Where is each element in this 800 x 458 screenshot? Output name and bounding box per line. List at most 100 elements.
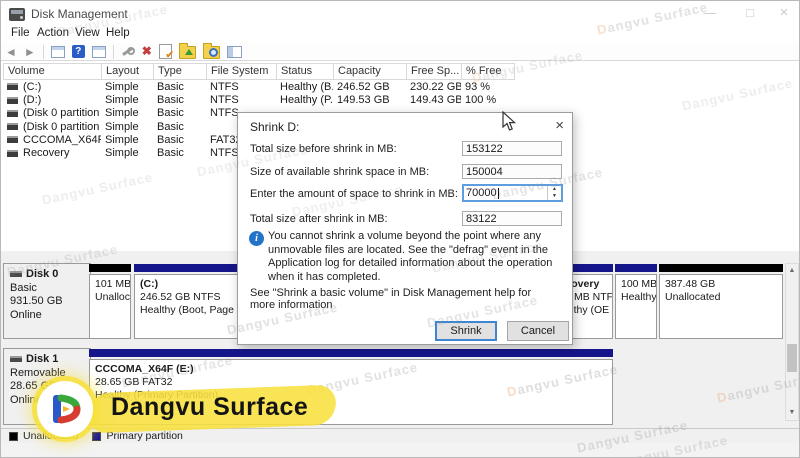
unallocated-strip — [89, 264, 131, 272]
volume-icon — [7, 83, 18, 91]
partition-size: 387.48 GB — [665, 278, 716, 290]
forward-icon[interactable]: ► — [24, 45, 36, 59]
help-icon[interactable]: ? — [71, 45, 85, 58]
shrink-amount-input[interactable]: 70000 ▲ ▼ — [462, 184, 563, 202]
minimize-button[interactable]: — — [693, 3, 727, 23]
back-icon[interactable]: ◄ — [5, 45, 17, 59]
volume-name: Recovery — [23, 147, 70, 160]
partition-status: Unallocated — [665, 291, 721, 303]
volume-icon — [7, 149, 18, 157]
column-header-layout[interactable]: Layout — [102, 64, 154, 79]
folder-search-icon[interactable] — [202, 43, 220, 59]
partition-unallocated-387gb[interactable]: 387.48 GB Unallocated — [659, 264, 783, 339]
check-icon: ✔ — [165, 50, 174, 61]
shrink-dialog: Shrink D: × Total size before shrink in … — [237, 112, 573, 345]
column-header-type[interactable]: Type — [154, 64, 207, 79]
console-window-icon[interactable] — [50, 45, 65, 58]
unallocated-strip — [659, 264, 783, 272]
partition-size: 101 MB — [95, 278, 131, 290]
field-label-total-before: Total size before shrink in MB: — [250, 143, 397, 155]
disk-size: 931.50 GB — [10, 295, 63, 307]
disk-icon — [10, 271, 22, 278]
disk-kind: Removable — [10, 366, 66, 379]
partition-status: Healthy — [621, 291, 657, 303]
folder-open-icon[interactable] — [178, 43, 196, 59]
column-header-free-space[interactable]: Free Sp... — [407, 64, 462, 79]
field-value-total-before: 153122 — [462, 141, 562, 156]
column-header-volume[interactable]: Volume — [4, 64, 102, 79]
delete-volume-icon[interactable]: ✖ — [142, 45, 152, 58]
field-label-available: Size of available shrink space in MB: — [250, 166, 430, 178]
volume-name: (C:) — [23, 80, 42, 93]
mouse-cursor-icon — [502, 110, 517, 137]
dialog-title: Shrink D: — [250, 120, 300, 134]
volume-icon — [7, 109, 18, 117]
field-label-total-after: Total size after shrink in MB: — [250, 213, 388, 225]
scroll-down-icon[interactable]: ▼ — [786, 406, 798, 420]
menu-file[interactable]: File — [11, 27, 30, 39]
magnifier-icon — [208, 48, 218, 57]
status-bar — [1, 443, 799, 457]
unallocated-swatch — [9, 431, 18, 441]
disk-name: Disk 0 — [26, 268, 59, 280]
column-header-file-system[interactable]: File System — [207, 64, 277, 79]
partition-100mb[interactable]: 100 MB Healthy — [615, 264, 657, 339]
column-header-pct-free[interactable]: % Free — [462, 64, 514, 79]
close-button[interactable]: × — [767, 3, 799, 23]
dialog-close-icon[interactable]: × — [555, 117, 564, 134]
scrollbar-thumb[interactable] — [787, 344, 797, 372]
disk-management-app-icon — [9, 8, 25, 21]
disk-name: Disk 1 — [26, 353, 59, 365]
field-label-shrink-amount: Enter the amount of space to shrink in M… — [250, 188, 458, 200]
watermark: Dangvu Surface — [680, 75, 795, 114]
toolbar-separator — [112, 44, 114, 59]
spinner: ▲ ▼ — [547, 186, 561, 200]
menu-action[interactable]: Action — [37, 27, 69, 39]
table-row-c[interactable]: (C:) Simple Basic NTFS Healthy (B... 246… — [3, 80, 513, 93]
maximize-button[interactable]: □ — [733, 3, 767, 23]
disk-icon — [10, 356, 22, 363]
primary-partition-strip — [89, 349, 613, 357]
volume-name: CCCOMA_X64F (E:) — [23, 133, 101, 146]
partition-label: CCCOMA_X64F (E:) — [95, 363, 194, 375]
console-tree-icon[interactable] — [91, 45, 106, 58]
shrink-button[interactable]: Shrink — [435, 321, 497, 341]
title-bar: Disk Management — □ × — [1, 1, 799, 27]
toolbar-separator — [42, 44, 44, 59]
column-header-capacity[interactable]: Capacity — [334, 64, 407, 79]
wrench-icon[interactable] — [121, 45, 135, 58]
column-header-status[interactable]: Status — [277, 64, 334, 79]
partition-unallocated-101mb[interactable]: 101 MB Unallocated — [89, 264, 131, 339]
watermark: Dangvu Surface — [40, 169, 155, 208]
scroll-up-icon[interactable]: ▲ — [786, 264, 798, 278]
toolbar: ◄ ► ? ✖ ✔ — [1, 43, 799, 61]
properties-panel-icon[interactable] — [226, 45, 242, 58]
document-check-icon[interactable]: ✔ — [158, 44, 174, 61]
vertical-scrollbar[interactable]: ▲ ▼ — [785, 263, 799, 421]
volume-name: (Disk 0 partition 3) — [23, 107, 101, 120]
volume-icon — [7, 123, 18, 131]
disk-management-window: Disk Management — □ × File Action View H… — [0, 0, 800, 458]
field-value-total-after: 83122 — [462, 211, 562, 226]
spinner-down-icon[interactable]: ▼ — [548, 193, 561, 200]
branding-name: Dangvu Surface — [111, 393, 309, 421]
folder-arrow-icon — [184, 49, 193, 55]
cancel-button[interactable]: Cancel — [507, 321, 569, 341]
text-caret — [497, 187, 499, 199]
spinner-up-icon[interactable]: ▲ — [548, 186, 561, 193]
table-row-d[interactable]: (D:) Simple Basic NTFS Healthy (P... 149… — [3, 93, 513, 106]
primary-partition-swatch — [92, 431, 102, 441]
primary-partition-strip — [615, 264, 657, 272]
partition-size: 100 MB — [621, 278, 657, 290]
volume-icon — [7, 96, 18, 104]
volume-name: (D:) — [23, 93, 42, 106]
branding-logo-icon — [37, 381, 93, 437]
volume-icon — [7, 136, 18, 144]
shrink-amount-value: 70000 — [466, 187, 497, 199]
menu-help[interactable]: Help — [106, 27, 130, 39]
partition-status: Unallocated — [95, 291, 131, 303]
menu-view[interactable]: View — [75, 27, 100, 39]
disk0-label[interactable]: Disk 0 Basic 931.50 GB Online — [3, 263, 91, 339]
menu-bar: File Action View Help — [1, 27, 799, 43]
dialog-help-text: See "Shrink a basic volume" in Disk Mana… — [250, 287, 532, 311]
